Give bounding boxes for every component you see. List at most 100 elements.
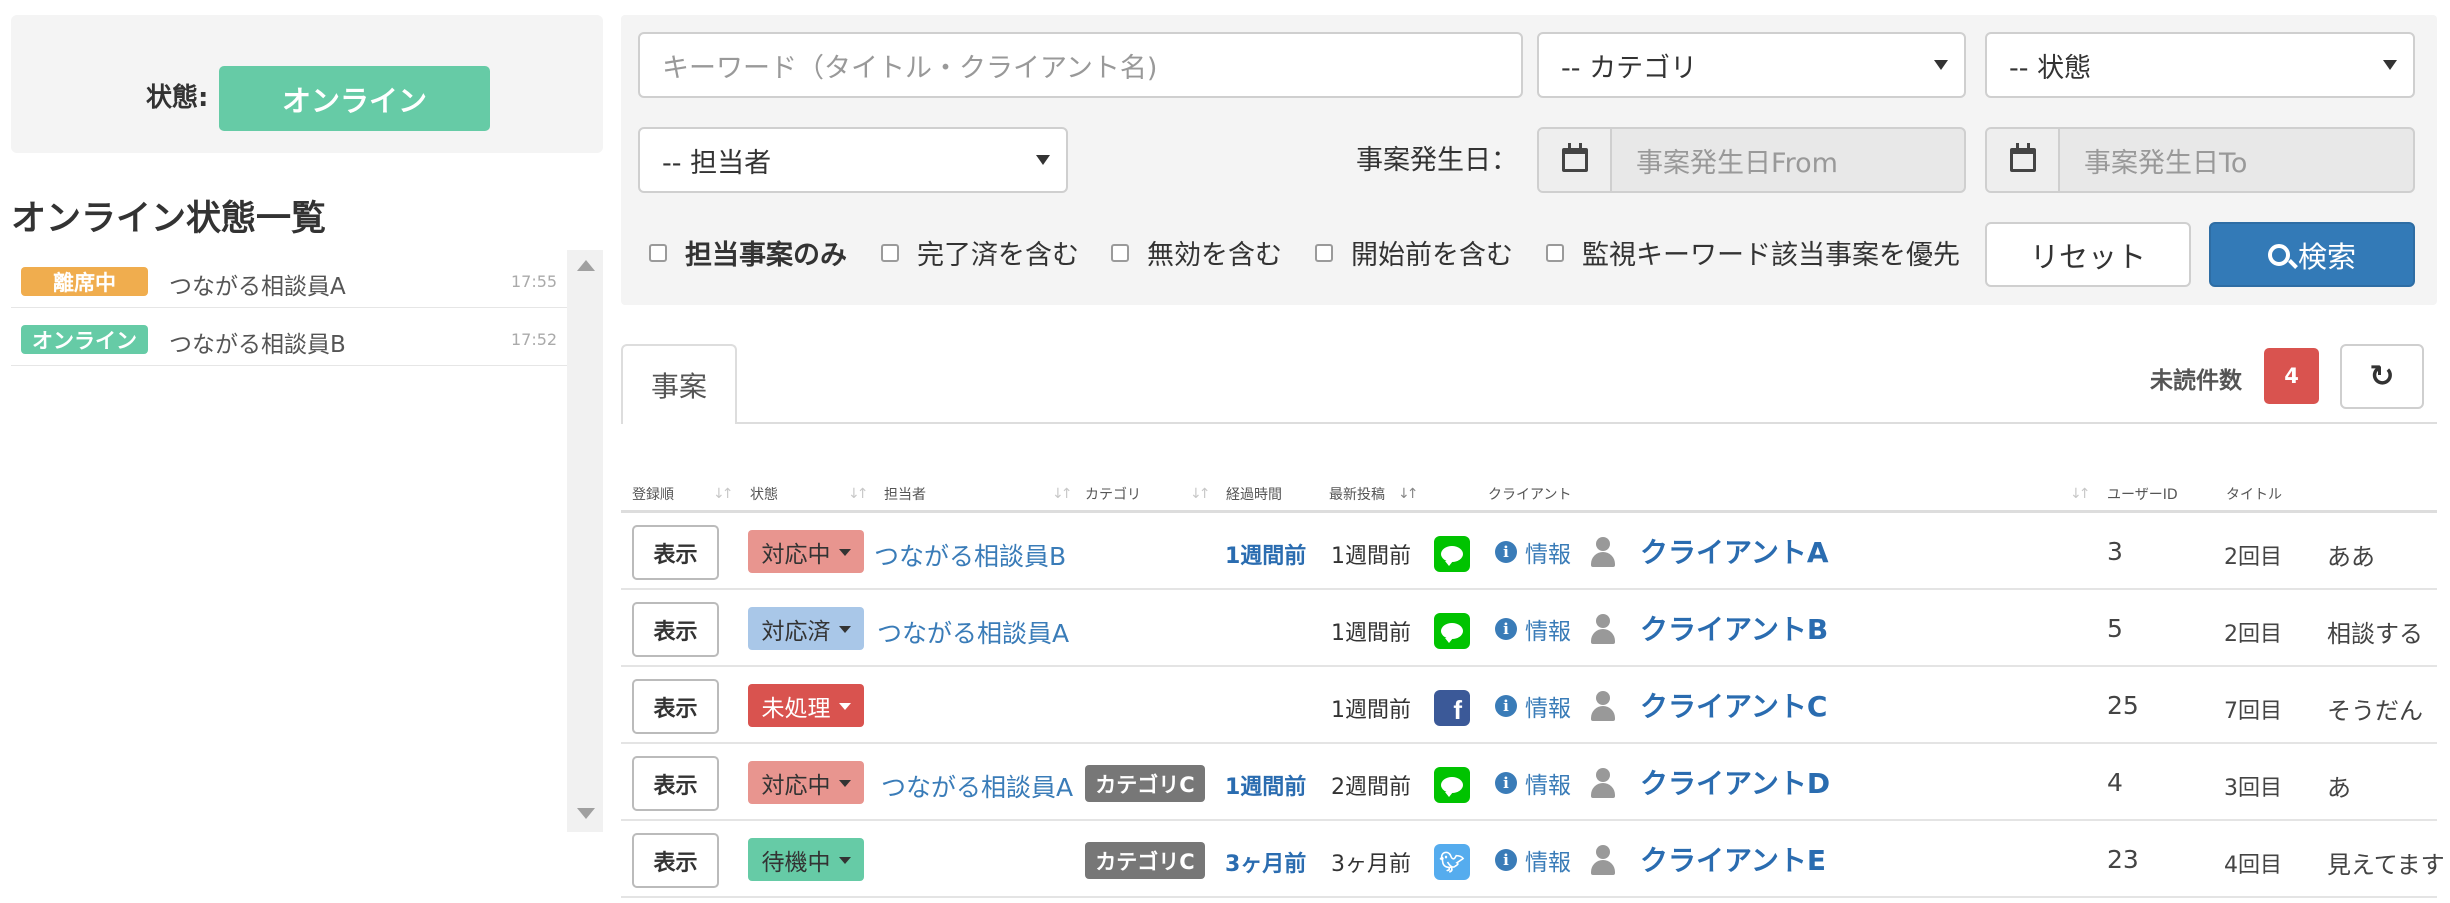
info-icon: i [1495, 849, 1517, 871]
assignee-link[interactable]: つながる相談員B [874, 537, 1066, 573]
online-list-item[interactable]: オンライン つながる相談員B 17:52 [11, 308, 567, 366]
checkbox-include-not-started[interactable]: 開始前を含む [1315, 233, 1513, 272]
info-link[interactable]: i 情報 [1495, 689, 1571, 723]
column-header-client[interactable]: クライアント [1488, 484, 1571, 504]
session-count: 4回目 [2224, 853, 2282, 878]
user-id: 23 [2107, 845, 2139, 874]
client-name-link[interactable]: クライアントB [1640, 608, 1828, 648]
column-header-title[interactable]: タイトル [2226, 484, 2282, 504]
category-select-value: -- カテゴリ [1561, 52, 1698, 84]
sort-icon[interactable]: ↓↑ [848, 486, 869, 502]
chevron-down-icon [2383, 60, 2397, 70]
keyword-placeholder: キーワード（タイトル・クライアント名) [662, 52, 1158, 84]
sort-icon[interactable]: ↓↑ [1398, 486, 1419, 502]
checkbox-label: 担当事案のみ [685, 240, 847, 271]
status-dropdown[interactable]: 未処理 [748, 684, 864, 727]
status-dropdown-label: 未処理 [761, 695, 831, 722]
info-link[interactable]: i 情報 [1495, 535, 1571, 569]
date-from-addon[interactable] [1539, 129, 1612, 191]
view-button[interactable]: 表示 [632, 833, 719, 888]
online-status-button[interactable]: オンライン [219, 66, 490, 131]
status-dropdown-label: 対応済 [761, 618, 831, 645]
counselor-name: つながる相談員A [169, 274, 346, 300]
checkbox-prioritize-keyword[interactable]: 監視キーワード該当事案を優先 [1546, 233, 1960, 272]
column-header-user-id[interactable]: ユーザーID [2107, 484, 2178, 504]
sort-icon[interactable]: ↓↑ [2070, 486, 2091, 502]
column-header-assignee[interactable]: 担当者 [884, 484, 926, 504]
status-dropdown-label: 待機中 [761, 849, 831, 876]
table-row: 表示 対応中 つながる相談員A カテゴリC 1週間前 2週間前 i 情報 クライアントD 4 3回目… [621, 744, 2437, 821]
caret-down-icon [838, 626, 851, 633]
search-button[interactable]: 検索 [2209, 222, 2415, 287]
status-dropdown[interactable]: 対応中 [748, 530, 864, 573]
info-label: 情報 [1525, 619, 1571, 645]
date-to-field[interactable]: 事案発生日To [1985, 127, 2415, 193]
chevron-down-icon [1036, 155, 1050, 165]
assignee-link[interactable]: つながる相談員A [881, 768, 1073, 804]
user-icon [1590, 614, 1616, 644]
scroll-down-arrow-icon[interactable] [577, 808, 595, 819]
date-to-addon[interactable] [1987, 129, 2060, 191]
checkbox-box[interactable] [649, 243, 667, 262]
scrollbar[interactable] [567, 250, 603, 832]
info-link[interactable]: i 情報 [1495, 612, 1571, 646]
date-from-field[interactable]: 事案発生日From [1537, 127, 1966, 193]
sort-icon[interactable]: ↓↑ [1052, 486, 1073, 502]
category-select[interactable]: -- カテゴリ [1537, 32, 1966, 98]
checkbox-box[interactable] [1111, 243, 1129, 262]
tab-divider [621, 422, 2437, 424]
view-button[interactable]: 表示 [632, 756, 719, 811]
status-panel: 状態: オンライン [11, 15, 603, 153]
refresh-button[interactable]: ↻ [2340, 344, 2424, 409]
column-header-order[interactable]: 登録順 [632, 484, 674, 504]
view-button[interactable]: 表示 [632, 602, 719, 657]
client-name-link[interactable]: クライアントA [1640, 531, 1829, 571]
info-label: 情報 [1525, 696, 1571, 722]
session-count: 7回目 [2224, 699, 2282, 724]
client-name-link[interactable]: クライアントC [1640, 685, 1827, 725]
column-header-status[interactable]: 状態 [750, 484, 778, 504]
view-button[interactable]: 表示 [632, 525, 719, 580]
reset-button[interactable]: リセット [1985, 222, 2191, 287]
checkbox-label: 完了済を含む [917, 240, 1079, 271]
caret-down-icon [838, 780, 851, 787]
checkbox-box[interactable] [1546, 243, 1564, 262]
status-dropdown[interactable]: 対応中 [748, 761, 864, 804]
table-row: 表示 待機中 カテゴリC 3ヶ月前 3ヶ月前 🐦︎ i 情報 クライアントE 23 4回目 見えてます [621, 821, 2445, 898]
view-button[interactable]: 表示 [632, 679, 719, 734]
unread-label: 未読件数 [2150, 368, 2242, 394]
client-name-link[interactable]: クライアントE [1640, 839, 1826, 879]
column-header-elapsed[interactable]: 経過時間 [1226, 484, 1282, 504]
facebook-icon: f [1434, 690, 1470, 726]
column-header-latest[interactable]: 最新投稿 [1329, 484, 1385, 504]
online-list-title: オンライン状態一覧 [11, 199, 327, 239]
keyword-input[interactable]: キーワード（タイトル・クライアント名) [638, 32, 1523, 98]
info-link[interactable]: i 情報 [1495, 766, 1571, 800]
session-count: 2回目 [2224, 622, 2282, 647]
user-id: 25 [2107, 691, 2139, 720]
client-name-link[interactable]: クライアントD [1640, 762, 1830, 802]
checkbox-own-cases[interactable]: 担当事案のみ [649, 233, 847, 272]
checkbox-include-completed[interactable]: 完了済を含む [881, 233, 1079, 272]
assignee-select[interactable]: -- 担当者 [638, 127, 1068, 193]
state-select-value: -- 状態 [2009, 52, 2092, 84]
checkbox-box[interactable] [881, 243, 899, 262]
checkbox-include-invalid[interactable]: 無効を含む [1111, 233, 1282, 272]
scroll-up-arrow-icon[interactable] [577, 260, 595, 271]
status-dropdown[interactable]: 待機中 [748, 838, 864, 881]
table-row: 表示 未処理 1週間前 f i 情報 クライアントC 25 7回目 そうだん [621, 667, 2437, 744]
state-select[interactable]: -- 状態 [1985, 32, 2415, 98]
info-link[interactable]: i 情報 [1495, 843, 1571, 877]
sort-icon[interactable]: ↓↑ [1190, 486, 1211, 502]
online-list-item[interactable]: 離席中 つながる相談員A 17:55 [11, 250, 567, 308]
chevron-down-icon [1934, 60, 1948, 70]
date-label: 事案発生日： [1356, 145, 1518, 176]
column-header-category[interactable]: カテゴリ [1085, 484, 1141, 504]
status-dropdown[interactable]: 対応済 [748, 607, 864, 650]
checkbox-box[interactable] [1315, 243, 1333, 262]
sort-icon[interactable]: ↓↑ [713, 486, 734, 502]
assignee-link[interactable]: つながる相談員A [877, 614, 1069, 650]
checkbox-label: 開始前を含む [1351, 240, 1513, 271]
user-icon [1590, 537, 1616, 567]
tab-cases[interactable]: 事案 [621, 344, 737, 424]
